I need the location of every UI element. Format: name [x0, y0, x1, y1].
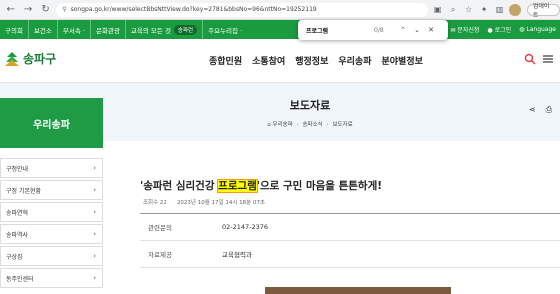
info-value: 교육협력과 — [222, 251, 252, 259]
main-nav: 종합민원 소통참여 행정정보 우리송파 분야별정보 — [209, 54, 423, 67]
find-input[interactable]: 프로그램 — [306, 26, 374, 35]
lock-icon: ● — [487, 27, 493, 34]
sms-icon: ✉ — [450, 27, 456, 34]
article-title-suffix: '으로 구민 마음을 튼튼하게! — [256, 180, 383, 192]
side-item-city-hall-info[interactable]: 구청안내 › — [0, 158, 103, 178]
chevron-right-icon: › — [93, 186, 96, 194]
breadcrumb-item[interactable]: 우리송파 — [273, 122, 293, 128]
print-icon[interactable]: ⎙ — [546, 105, 552, 115]
find-highlight: 프로그램 — [217, 179, 258, 193]
side-item-label: 동주민센터 — [6, 275, 34, 283]
article-title-prefix: '송파런 심리건강 — [140, 180, 219, 192]
login-label: 로그인 — [494, 27, 512, 34]
utility-tab-health[interactable]: 보건소 — [29, 20, 58, 39]
logo-text: 송파구 — [23, 52, 57, 66]
side-item-label: 송파역사 — [6, 231, 29, 239]
find-prev-icon[interactable]: ⌃ — [396, 26, 410, 34]
article-meta: 조회수 22 2023년 10월 17일 14시 18분 07초 — [143, 198, 265, 206]
utility-tab-culture[interactable]: 문화관광 — [91, 20, 126, 39]
find-bar: 프로그램 0/8 ⌃ ⌄ ✕ — [298, 20, 448, 40]
profile-avatar[interactable] — [509, 3, 521, 16]
nav-civil-service[interactable]: 종합민원 — [209, 54, 242, 67]
table-row: 관련문의 02-2147-2376 — [140, 214, 560, 241]
chevron-right-icon: › — [93, 208, 96, 216]
songpa-logo-icon — [5, 51, 19, 66]
side-item-history[interactable]: 송파역사 › — [0, 224, 103, 244]
reload-icon[interactable]: ↻ — [39, 3, 52, 17]
chevron-right-icon: › — [93, 274, 96, 282]
utility-tab-education[interactable]: 교육의 모든 것 송파런 — [126, 20, 204, 39]
find-count: 0/8 — [374, 26, 384, 34]
sms-label: 문자신청 — [457, 27, 480, 34]
utility-tab-council[interactable]: 구의회 — [0, 20, 29, 39]
utility-bar: 구의회 보건소 부서속 · 문화관광 교육의 모든 것 송파런 주요누리집 · … — [0, 20, 560, 39]
login-link[interactable]: ● 로그인 — [487, 25, 511, 34]
info-value: 02-2147-2376 — [222, 223, 269, 231]
search-icon[interactable] — [524, 53, 536, 65]
address-bar[interactable]: ⚲ songpa.go.kr/www/selectBbsNttView.do?k… — [56, 2, 428, 17]
language-label: Language — [526, 26, 556, 33]
view-count: 조회수 22 — [143, 200, 167, 206]
info-label: 자료제공 — [148, 251, 172, 259]
article-info-table: 관련문의 02-2147-2376 자료제공 교육협력과 — [140, 213, 560, 268]
breadcrumb-item[interactable]: 송파소식 — [303, 122, 323, 128]
sidebar-icon[interactable]: ▥ — [494, 4, 505, 16]
post-date: 2023년 10월 17일 14시 18분 07초 — [176, 200, 266, 206]
nav-field-info[interactable]: 분야별정보 — [382, 54, 423, 67]
nav-admin-info[interactable]: 행정정보 — [295, 54, 328, 67]
article-title: '송파런 심리건강 프로그램'으로 구민 마음을 튼튼하게! — [140, 178, 382, 193]
section-title: 우리송파 — [0, 98, 103, 148]
zoom-icon[interactable]: ⌕ — [447, 4, 458, 16]
back-icon[interactable]: ← — [4, 3, 17, 17]
url-text: songpa.go.kr/www/selectBbsNttView.do?key… — [70, 6, 317, 13]
chevron-right-icon: › — [93, 230, 96, 238]
sms-link[interactable]: ✉ 문자신청 — [450, 25, 479, 34]
article-photo — [265, 287, 451, 294]
menu-icon[interactable] — [542, 53, 554, 65]
extensions-icon[interactable]: ✦ — [478, 4, 489, 16]
utility-tab-major-sites[interactable]: 주요누리집 · — [203, 20, 247, 39]
forward-icon[interactable]: → — [21, 3, 34, 17]
table-row: 자료제공 교육협력과 — [140, 241, 560, 268]
chevron-right-icon: › — [93, 252, 96, 260]
save-page-icon[interactable]: ▣ — [432, 4, 443, 16]
utility-tab-departments[interactable]: 부서속 · — [58, 20, 91, 39]
side-item-basic-status[interactable]: 구정 기본현황 › — [0, 180, 103, 200]
breadcrumb-separator: › — [296, 122, 299, 128]
utility-tab-education-label: 교육의 모든 것 — [130, 26, 171, 35]
side-item-label: 구상징 — [6, 253, 23, 261]
update-button[interactable]: 업데이트 — [526, 3, 560, 19]
songpa-run-badge: 송파런 — [173, 24, 198, 35]
home-icon[interactable]: ⌂ — [267, 122, 271, 128]
page-title: 보도자료 — [289, 99, 331, 112]
breadcrumb: ⌂ 우리송파 › 송파소식 › 보도자료 — [110, 120, 510, 128]
site-logo[interactable]: 송파구 — [4, 50, 56, 67]
site-info-icon[interactable]: ⚲ — [62, 6, 66, 13]
side-item-symbol[interactable]: 구상징 › — [0, 246, 103, 266]
chevron-right-icon: › — [93, 164, 96, 172]
side-item-chronology[interactable]: 송파연혁 › — [0, 202, 103, 222]
info-label: 관련문의 — [148, 224, 172, 232]
breadcrumb-item[interactable]: 보도자료 — [332, 122, 352, 128]
nav-our-songpa[interactable]: 우리송파 — [338, 54, 371, 67]
find-next-icon[interactable]: ⌄ — [410, 26, 424, 34]
language-link[interactable]: ◍ Language — [519, 26, 556, 33]
site-header: 송파구 종합민원 소통참여 행정정보 우리송파 분야별정보 — [0, 39, 560, 83]
side-menu: 구청안내 › 구정 기본현황 › 송파연혁 › 송파역사 › 구상징 › 동주민센터 › — [0, 158, 103, 290]
side-item-label: 송파연혁 — [6, 209, 29, 217]
bookmark-star-icon[interactable]: ☆ — [463, 4, 474, 16]
browser-toolbar: ← → ↻ ⚲ songpa.go.kr/www/selectBbsNttVie… — [0, 0, 560, 20]
side-item-label: 구청안내 — [6, 165, 29, 173]
side-item-community-center[interactable]: 동주민센터 › — [0, 268, 103, 288]
breadcrumb-separator: › — [326, 122, 329, 128]
globe-icon: ◍ — [519, 26, 525, 33]
share-icon[interactable]: ⋖ — [529, 105, 536, 115]
find-close-icon[interactable]: ✕ — [424, 26, 438, 34]
side-item-label: 구정 기본현황 — [6, 187, 42, 195]
nav-participation[interactable]: 소통참여 — [252, 54, 285, 67]
